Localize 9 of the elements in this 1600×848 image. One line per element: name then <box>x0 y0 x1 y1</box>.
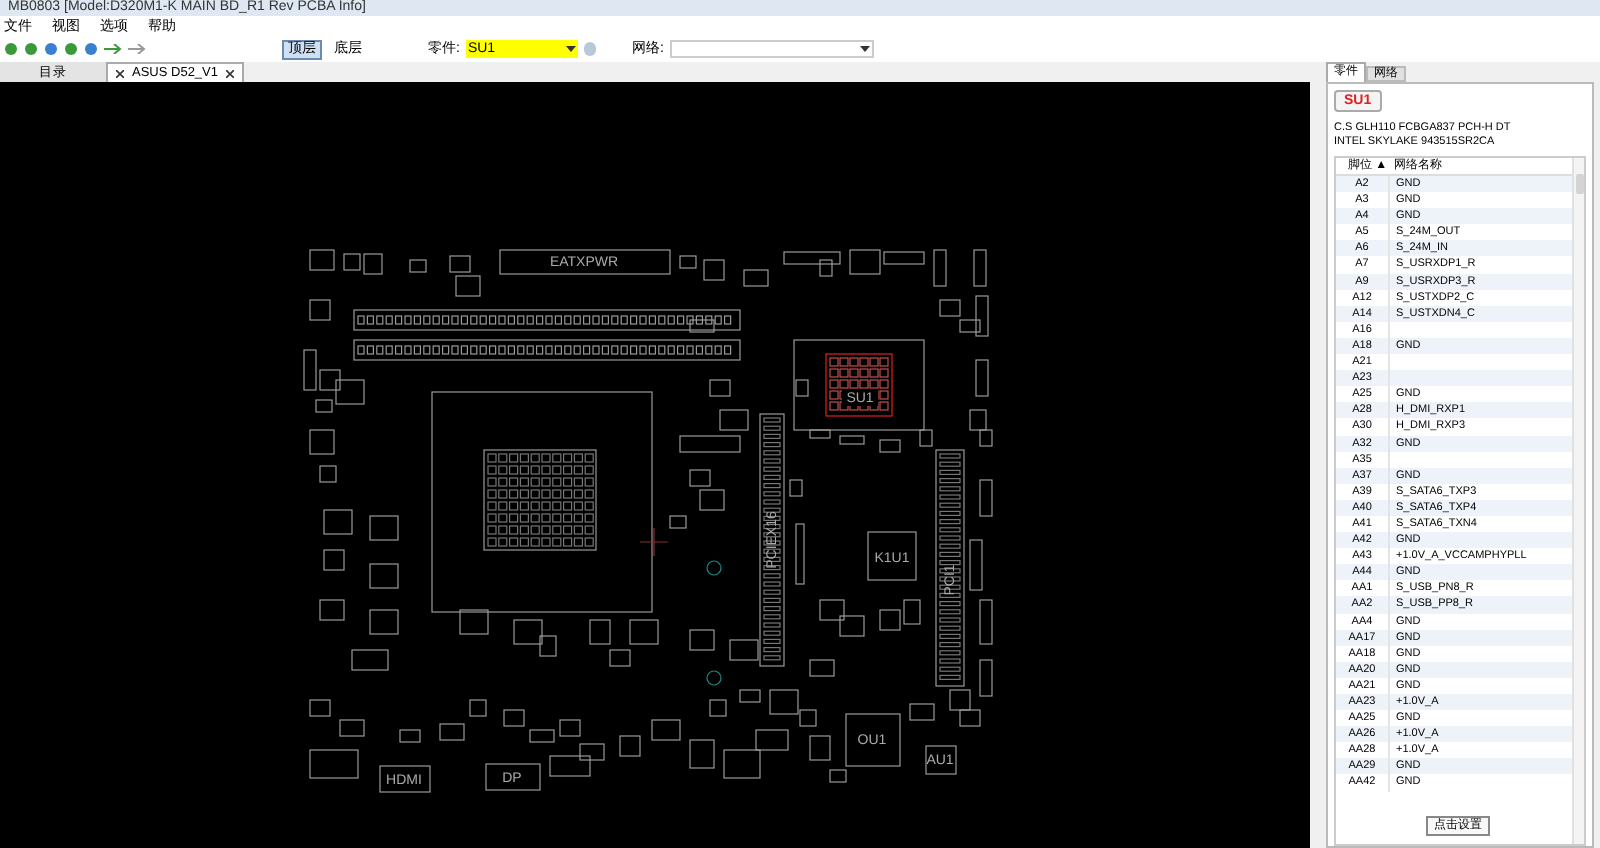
arrow-icon[interactable] <box>104 44 122 54</box>
net-field[interactable] <box>669 40 874 58</box>
caret-icon[interactable] <box>565 46 576 52</box>
scroll-thumb[interactable] <box>1575 174 1583 194</box>
caret-icon[interactable] <box>859 46 870 52</box>
close-icon[interactable] <box>226 69 234 77</box>
arrow-icon[interactable] <box>128 44 146 54</box>
scrollbar[interactable] <box>1572 158 1584 844</box>
close-icon[interactable] <box>116 69 124 77</box>
